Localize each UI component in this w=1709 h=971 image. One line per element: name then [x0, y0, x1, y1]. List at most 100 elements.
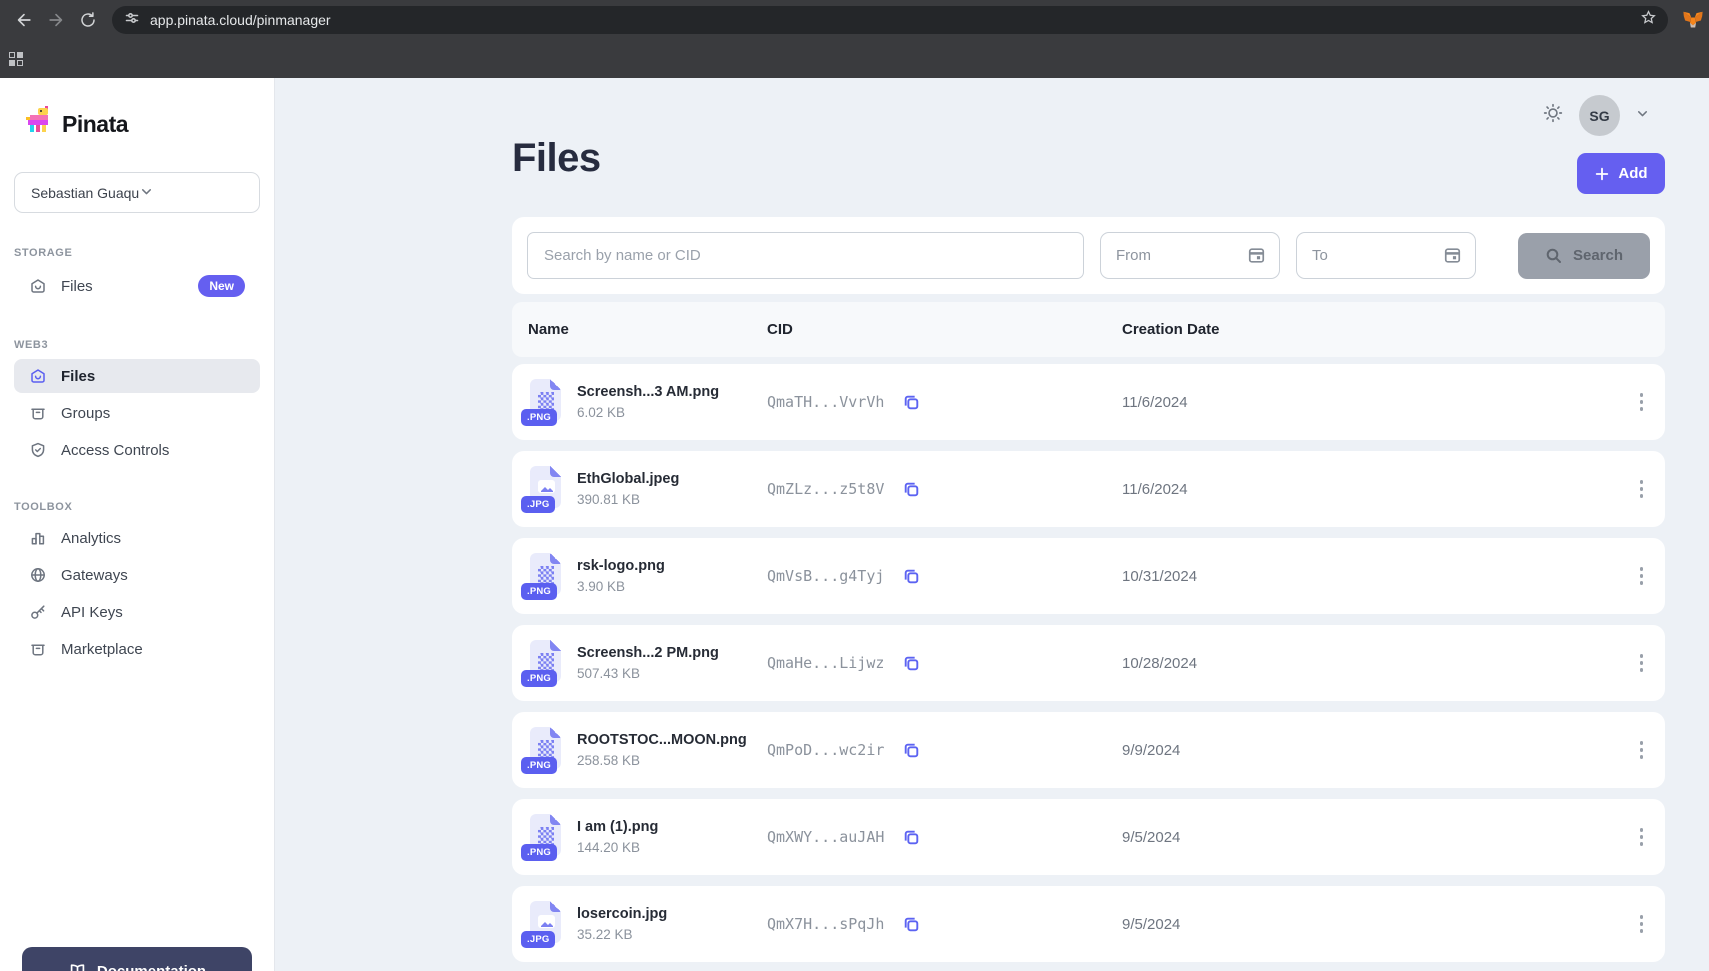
bar-chart-icon — [29, 529, 47, 547]
row-menu-kebab-icon[interactable] — [1634, 387, 1650, 417]
png-file-icon: .PNG — [528, 727, 564, 774]
marketplace-icon — [29, 640, 47, 658]
creation-date: 10/28/2024 — [1122, 655, 1613, 672]
browser-chrome: app.pinata.cloud/pinmanager — [0, 0, 1709, 78]
sidebar-item-label: Groups — [61, 405, 110, 422]
forward-icon[interactable] — [40, 4, 72, 36]
jpg-file-icon: .JPG — [528, 901, 564, 948]
site-settings-icon[interactable] — [124, 10, 140, 31]
png-file-icon: .PNG — [528, 640, 564, 687]
account-chevron-down-icon[interactable] — [1635, 106, 1650, 126]
date-to-input[interactable]: To — [1296, 232, 1476, 279]
cid-value: QmX7H...sPqJh — [767, 915, 884, 933]
table-row[interactable]: .PNG Screensh...2 PM.png 507.43 KB QmaHe… — [512, 625, 1665, 701]
table-row[interactable]: .PNG rsk-logo.png 3.90 KB QmVsB...g4Tyj — [512, 538, 1665, 614]
row-menu-kebab-icon[interactable] — [1634, 822, 1650, 852]
cid-value: QmPoD...wc2ir — [767, 741, 884, 759]
jpg-file-icon: .JPG — [528, 466, 564, 513]
back-icon[interactable] — [8, 4, 40, 36]
row-menu-kebab-icon[interactable] — [1634, 561, 1650, 591]
section-label-toolbox: TOOLBOX — [14, 501, 260, 513]
sidebar-item-label: Files — [61, 278, 93, 295]
copy-cid-icon[interactable] — [902, 654, 921, 673]
cid-value: QmXWY...auJAH — [767, 828, 884, 846]
cid-value: QmaTH...VvrVh — [767, 393, 884, 411]
creation-date: 9/5/2024 — [1122, 829, 1613, 846]
png-file-icon: .PNG — [528, 814, 564, 861]
creation-date: 11/6/2024 — [1122, 394, 1613, 411]
column-header-name: Name — [528, 321, 767, 338]
browser-second-strip — [0, 40, 1709, 78]
file-name: Screensh...3 AM.png — [577, 384, 719, 400]
copy-cid-icon[interactable] — [902, 480, 921, 499]
date-from-input[interactable]: From — [1100, 232, 1280, 279]
table-row[interactable]: .PNG I am (1).png 144.20 KB QmXWY...auJA… — [512, 799, 1665, 875]
address-bar[interactable]: app.pinata.cloud/pinmanager — [112, 6, 1668, 34]
file-name: EthGlobal.jpeg — [577, 471, 679, 487]
sidebar-item-label: Marketplace — [61, 641, 143, 658]
plus-icon — [1594, 166, 1610, 182]
pinata-logo[interactable]: Pinata — [0, 106, 274, 142]
table-row[interactable]: .PNG ROOTSTOC...MOON.png 258.58 KB QmPoD… — [512, 712, 1665, 788]
sidebar-item-files[interactable]: Files — [14, 359, 260, 393]
copy-cid-icon[interactable] — [902, 828, 921, 847]
table-row[interactable]: .JPG EthGlobal.jpeg 390.81 KB QmZLz...z5… — [512, 451, 1665, 527]
copy-cid-icon[interactable] — [902, 741, 921, 760]
copy-cid-icon[interactable] — [902, 915, 921, 934]
column-header-cid: CID — [767, 321, 1122, 338]
row-menu-kebab-icon[interactable] — [1634, 735, 1650, 765]
table-row[interactable]: .PNG Screensh...3 AM.png 6.02 KB QmaTH..… — [512, 364, 1665, 440]
sidebar-item-analytics[interactable]: Analytics — [14, 521, 260, 555]
bookmark-star-icon[interactable] — [1639, 8, 1658, 32]
url-text[interactable]: app.pinata.cloud/pinmanager — [150, 12, 1629, 28]
filter-bar: From To Sea — [512, 217, 1665, 294]
file-size: 35.22 KB — [577, 927, 667, 942]
add-button[interactable]: Add — [1577, 153, 1665, 194]
sidebar-item-api-keys[interactable]: API Keys — [14, 595, 260, 629]
sidebar: Pinata Sebastian Guaqueta's Work... STOR… — [0, 78, 275, 971]
file-size: 507.43 KB — [577, 666, 719, 681]
search-icon — [1545, 247, 1563, 265]
theme-toggle-sun-icon[interactable] — [1542, 102, 1564, 129]
sidebar-item-label: Analytics — [61, 530, 121, 547]
metamask-extension-icon[interactable] — [1682, 10, 1704, 31]
documentation-button[interactable]: Documentation — [22, 947, 252, 971]
sidebar-item-access-controls[interactable]: Access Controls — [14, 433, 260, 467]
creation-date: 9/9/2024 — [1122, 742, 1613, 759]
book-icon — [68, 962, 87, 971]
sidebar-item-label: Gateways — [61, 567, 128, 584]
column-header-date: Creation Date — [1122, 321, 1613, 338]
creation-date: 11/6/2024 — [1122, 481, 1613, 498]
section-label-web3: WEB3 — [14, 339, 260, 351]
refresh-icon[interactable] — [72, 4, 104, 36]
sidebar-item-groups[interactable]: Groups — [14, 396, 260, 430]
row-menu-kebab-icon[interactable] — [1634, 909, 1650, 939]
cid-value: QmVsB...g4Tyj — [767, 567, 884, 585]
row-menu-kebab-icon[interactable] — [1634, 648, 1650, 678]
avatar[interactable]: SG — [1579, 95, 1620, 136]
copy-cid-icon[interactable] — [902, 567, 921, 586]
sidebar-item-gateways[interactable]: Gateways — [14, 558, 260, 592]
files-icon — [29, 277, 47, 295]
sidebar-item-storage-files[interactable]: Files New — [14, 267, 260, 305]
tab-groups-icon[interactable] — [9, 52, 23, 66]
search-input[interactable] — [527, 232, 1084, 279]
search-button[interactable]: Search — [1518, 233, 1650, 279]
table-header: Name CID Creation Date — [512, 302, 1665, 357]
file-list: .PNG Screensh...3 AM.png 6.02 KB QmaTH..… — [512, 364, 1665, 962]
shield-check-icon — [29, 441, 47, 459]
file-size: 258.58 KB — [577, 753, 747, 768]
file-name: rsk-logo.png — [577, 558, 665, 574]
sidebar-item-label: Access Controls — [61, 442, 169, 459]
copy-cid-icon[interactable] — [902, 393, 921, 412]
table-row[interactable]: .JPG losercoin.jpg 35.22 KB QmX7H...sPqJ… — [512, 886, 1665, 962]
creation-date: 9/5/2024 — [1122, 916, 1613, 933]
sidebar-item-marketplace[interactable]: Marketplace — [14, 632, 260, 666]
row-menu-kebab-icon[interactable] — [1634, 474, 1650, 504]
workspace-selector[interactable]: Sebastian Guaqueta's Work... — [14, 172, 260, 213]
cid-value: QmZLz...z5t8V — [767, 480, 884, 498]
file-size: 390.81 KB — [577, 492, 679, 507]
files-icon — [29, 367, 47, 385]
calendar-icon — [1443, 246, 1462, 265]
new-badge: New — [198, 275, 245, 297]
